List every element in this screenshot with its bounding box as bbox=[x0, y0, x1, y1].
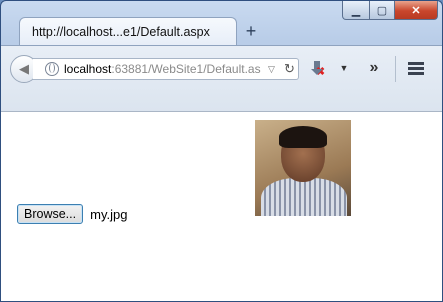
overflow-chevron-icon[interactable]: » bbox=[364, 58, 384, 78]
file-upload-control: Browse... my.jpg bbox=[17, 204, 127, 224]
menu-bar-line bbox=[408, 71, 424, 75]
page-content: Browse... my.jpg bbox=[1, 111, 442, 301]
navigation-toolbar: ◀ localhost:63881/WebSite1/Default.as ▽ … bbox=[1, 45, 442, 112]
globe-icon bbox=[45, 62, 59, 76]
browser-tab[interactable]: http://localhost...e1/Default.aspx bbox=[19, 17, 237, 45]
downloads-dropdown-icon[interactable]: ▼ bbox=[338, 58, 350, 78]
close-button[interactable]: ✕ bbox=[395, 1, 438, 20]
toolbar-separator bbox=[395, 56, 396, 82]
maximize-button[interactable]: ▢ bbox=[370, 1, 395, 20]
downloads-button[interactable]: ✖ bbox=[307, 58, 327, 78]
selected-file-name: my.jpg bbox=[90, 206, 128, 222]
url-text[interactable]: localhost:63881/WebSite1/Default.as bbox=[64, 62, 266, 76]
url-host: localhost bbox=[64, 62, 112, 76]
menu-bar-line bbox=[408, 61, 424, 65]
url-history-dropdown-icon[interactable]: ▽ bbox=[268, 64, 278, 75]
url-path: :63881/WebSite1/Default.as bbox=[111, 62, 261, 76]
browser-window: ▁ ▢ ✕ http://localhost...e1/Default.aspx… bbox=[0, 0, 443, 302]
new-tab-button[interactable]: + bbox=[243, 21, 259, 41]
download-error-icon: ✖ bbox=[315, 66, 325, 78]
browse-button[interactable]: Browse... bbox=[17, 204, 84, 224]
tab-title: http://localhost...e1/Default.aspx bbox=[32, 24, 210, 39]
uploaded-photo bbox=[255, 120, 351, 216]
minimize-button[interactable]: ▁ bbox=[342, 1, 370, 20]
window-caption-buttons: ▁ ▢ ✕ bbox=[342, 1, 438, 20]
reload-icon[interactable]: ↻ bbox=[284, 61, 295, 77]
back-arrow-icon: ◀ bbox=[19, 61, 29, 76]
photo-shirt bbox=[261, 178, 347, 216]
hamburger-menu-icon[interactable] bbox=[406, 58, 426, 78]
download-arrow-icon: ✖ bbox=[311, 61, 325, 78]
photo-hair bbox=[279, 126, 327, 148]
address-bar[interactable]: localhost:63881/WebSite1/Default.as ▽ ↻ bbox=[33, 58, 299, 80]
menu-bar-line bbox=[408, 66, 424, 70]
